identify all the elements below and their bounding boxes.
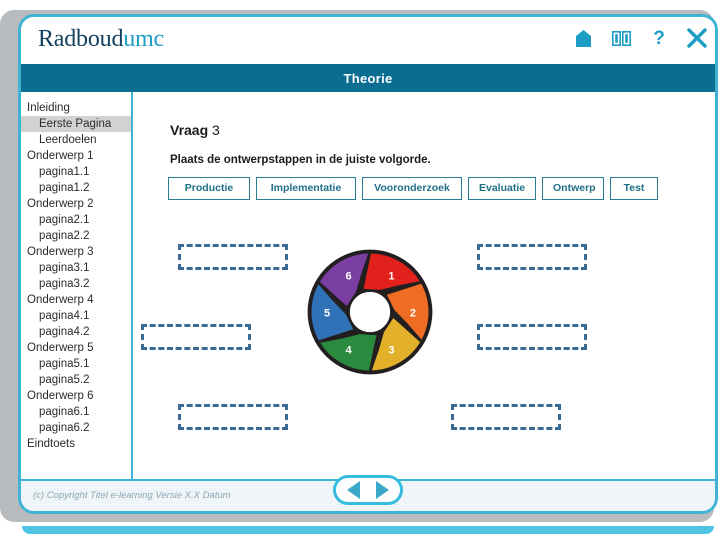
question-prompt: Plaats de ontwerpstappen in de juiste vo… [170,154,431,166]
toc-item[interactable]: Onderwerp 2 [21,196,131,212]
toc-item[interactable]: pagina1.1 [21,164,131,180]
toc-item[interactable]: pagina4.2 [21,324,131,340]
app-window: Radboudumc ? Theorie Inleiding Eerste Pa… [0,0,720,540]
drop-zone-6[interactable] [178,244,288,270]
next-button[interactable] [370,480,396,500]
toc-item[interactable]: pagina1.2 [21,180,131,196]
toc-item[interactable]: pagina5.1 [21,356,131,372]
logo-umc: umc [123,26,164,52]
toc-item[interactable]: Onderwerp 3 [21,244,131,260]
answer-chip[interactable]: Test [610,177,658,200]
answer-chip[interactable]: Evaluatie [468,177,536,200]
toc-item[interactable]: pagina6.1 [21,404,131,420]
answer-chip[interactable]: Implementatie [256,177,356,200]
drop-zone-4[interactable] [178,404,288,430]
toc-item[interactable]: Inleiding [21,100,131,116]
card-bottom-accent [22,526,714,534]
wheel-segment-number: 6 [345,270,351,282]
brand-header: Radboudumc ? [21,17,715,64]
player-footer: (c) Copyright Titel e-learning Versie X.… [21,475,715,511]
toc-item[interactable]: pagina4.1 [21,308,131,324]
answer-chip[interactable]: Ontwerp [542,177,604,200]
wheel-segment-number: 3 [388,345,394,357]
navigation-controls [333,475,403,505]
question-panel: Vraag 3 Plaats de ontwerpstappen in de j… [135,92,715,479]
question-label: Vraag [170,122,209,138]
drop-zone-3[interactable] [451,404,561,430]
copyright-text: (c) Copyright Titel e-learning Versie X.… [33,490,231,501]
section-title: Theorie [343,70,393,86]
radboudumc-logo: Radboudumc [38,26,164,53]
logo-radboud: Radboud [38,26,124,52]
table-of-contents[interactable]: Inleiding Eerste Pagina Leerdoelen Onderwer… [21,92,133,479]
answer-chip[interactable]: Productie [168,177,250,200]
help-icon[interactable]: ? [647,25,671,51]
toc-item[interactable]: pagina2.1 [21,212,131,228]
toc-item[interactable]: pagina3.1 [21,260,131,276]
toc-item[interactable]: Onderwerp 1 [21,148,131,164]
drop-zone-5[interactable] [141,324,251,350]
close-icon[interactable] [685,25,709,51]
wheel-segment-number: 5 [324,308,330,320]
wheel-segment-number: 2 [410,308,416,320]
toc-list: Inleiding Eerste Pagina Leerdoelen Onderwer… [21,100,131,452]
section-title-bar: Theorie [21,64,715,92]
content-area: Inleiding Eerste Pagina Leerdoelen Onderwer… [21,92,715,479]
toc-item[interactable]: pagina3.2 [21,276,131,292]
design-cycle-wheel: 1 2 3 4 5 6 [305,247,435,377]
book-icon[interactable] [609,25,633,51]
header-icon-bar: ? [571,25,709,51]
previous-button[interactable] [341,480,367,500]
home-icon[interactable] [571,25,595,51]
chevron-right-icon [376,481,389,499]
drop-zone-1[interactable] [477,244,587,270]
toc-item[interactable]: Onderwerp 6 [21,388,131,404]
toc-item[interactable]: Eindtoets [21,436,131,452]
wheel-segment-number: 1 [388,270,394,282]
toc-item[interactable]: pagina5.2 [21,372,131,388]
toc-item[interactable]: Eerste Pagina [21,116,131,132]
wheel-segment-number: 4 [345,345,352,357]
toc-item[interactable]: pagina2.2 [21,228,131,244]
drop-zone-2[interactable] [477,324,587,350]
course-player-card: Radboudumc ? Theorie Inleiding Eerste Pa… [18,14,718,514]
toc-item[interactable]: pagina6.2 [21,420,131,436]
svg-text:?: ? [653,28,665,48]
question-heading: Vraag 3 [170,122,220,138]
answer-chip-tray: Productie Implementatie Vooronderzoek Evalu… [168,177,658,200]
question-number: 3 [212,122,220,138]
toc-item[interactable]: Onderwerp 4 [21,292,131,308]
answer-chip[interactable]: Vooronderzoek [362,177,462,200]
chevron-left-icon [347,481,360,499]
toc-item[interactable]: Leerdoelen [21,132,131,148]
toc-item[interactable]: Onderwerp 5 [21,340,131,356]
